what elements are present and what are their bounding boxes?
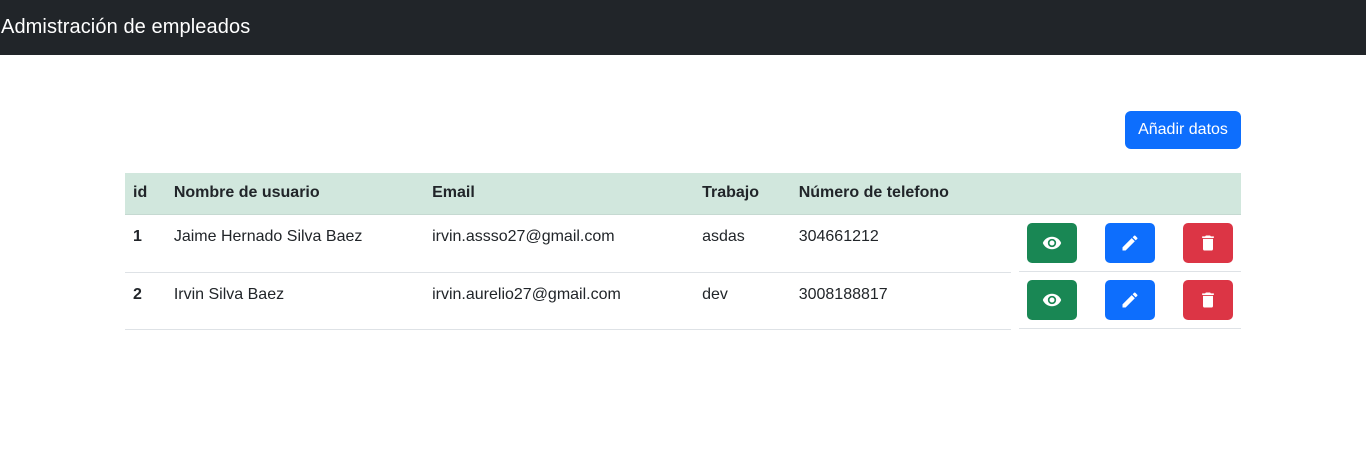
column-header-id: id: [125, 173, 166, 215]
edit-button[interactable]: [1105, 222, 1155, 263]
view-button[interactable]: [1027, 280, 1077, 320]
cell-email: irvin.assso27@gmail.com: [424, 214, 695, 273]
cell-actions: [1011, 214, 1241, 272]
add-data-button[interactable]: Añadir datos: [1125, 111, 1241, 149]
eye-icon: [1042, 236, 1062, 249]
cell-email: irvin.aurelio27@gmail.com: [424, 272, 695, 330]
pencil-icon: [1122, 292, 1138, 308]
cell-job: dev: [694, 272, 791, 330]
column-header-job: Trabajo: [694, 173, 791, 215]
cell-phone: 3008188817: [790, 272, 1011, 330]
cell-phone: 304661212: [790, 214, 1011, 273]
column-header-actions: [1011, 173, 1241, 215]
cell-name: Jaime Hernado Silva Baez: [165, 214, 425, 273]
cell-job: asdas: [694, 214, 791, 273]
view-button[interactable]: [1027, 222, 1077, 263]
pencil-icon: [1122, 234, 1138, 250]
table-row: 1 Jaime Hernado Silva Baez irvin.assso27…: [125, 214, 1241, 273]
table-header-row: id Nombre de usuario Email Trabajo Númer…: [125, 173, 1241, 215]
employees-table-container: id Nombre de usuario Email Trabajo Númer…: [125, 173, 1241, 330]
employees-table: id Nombre de usuario Email Trabajo Númer…: [125, 173, 1241, 330]
edit-button[interactable]: [1105, 280, 1155, 320]
navbar: Admistración de empleados: [0, 0, 1366, 55]
cell-actions: [1011, 272, 1241, 329]
navbar-brand[interactable]: Admistración de empleados: [0, 16, 250, 39]
cell-name: Irvin Silva Baez: [165, 272, 425, 330]
eye-icon: [1042, 293, 1062, 307]
delete-button[interactable]: [1183, 280, 1233, 320]
cell-id: 2: [125, 272, 166, 330]
row-actions: [1019, 222, 1241, 272]
cell-id: 1: [125, 214, 166, 273]
table-header: id Nombre de usuario Email Trabajo Númer…: [125, 173, 1241, 215]
column-header-phone: Número de telefono: [790, 173, 1011, 215]
trash-icon: [1202, 235, 1214, 250]
delete-button[interactable]: [1183, 222, 1233, 263]
column-header-name: Nombre de usuario: [165, 173, 425, 215]
table-row: 2 Irvin Silva Baez irvin.aurelio27@gmail…: [125, 272, 1241, 330]
trash-icon: [1202, 292, 1214, 308]
table-body: 1 Jaime Hernado Silva Baez irvin.assso27…: [125, 214, 1241, 330]
row-actions: [1019, 280, 1241, 329]
column-header-email: Email: [424, 173, 695, 215]
